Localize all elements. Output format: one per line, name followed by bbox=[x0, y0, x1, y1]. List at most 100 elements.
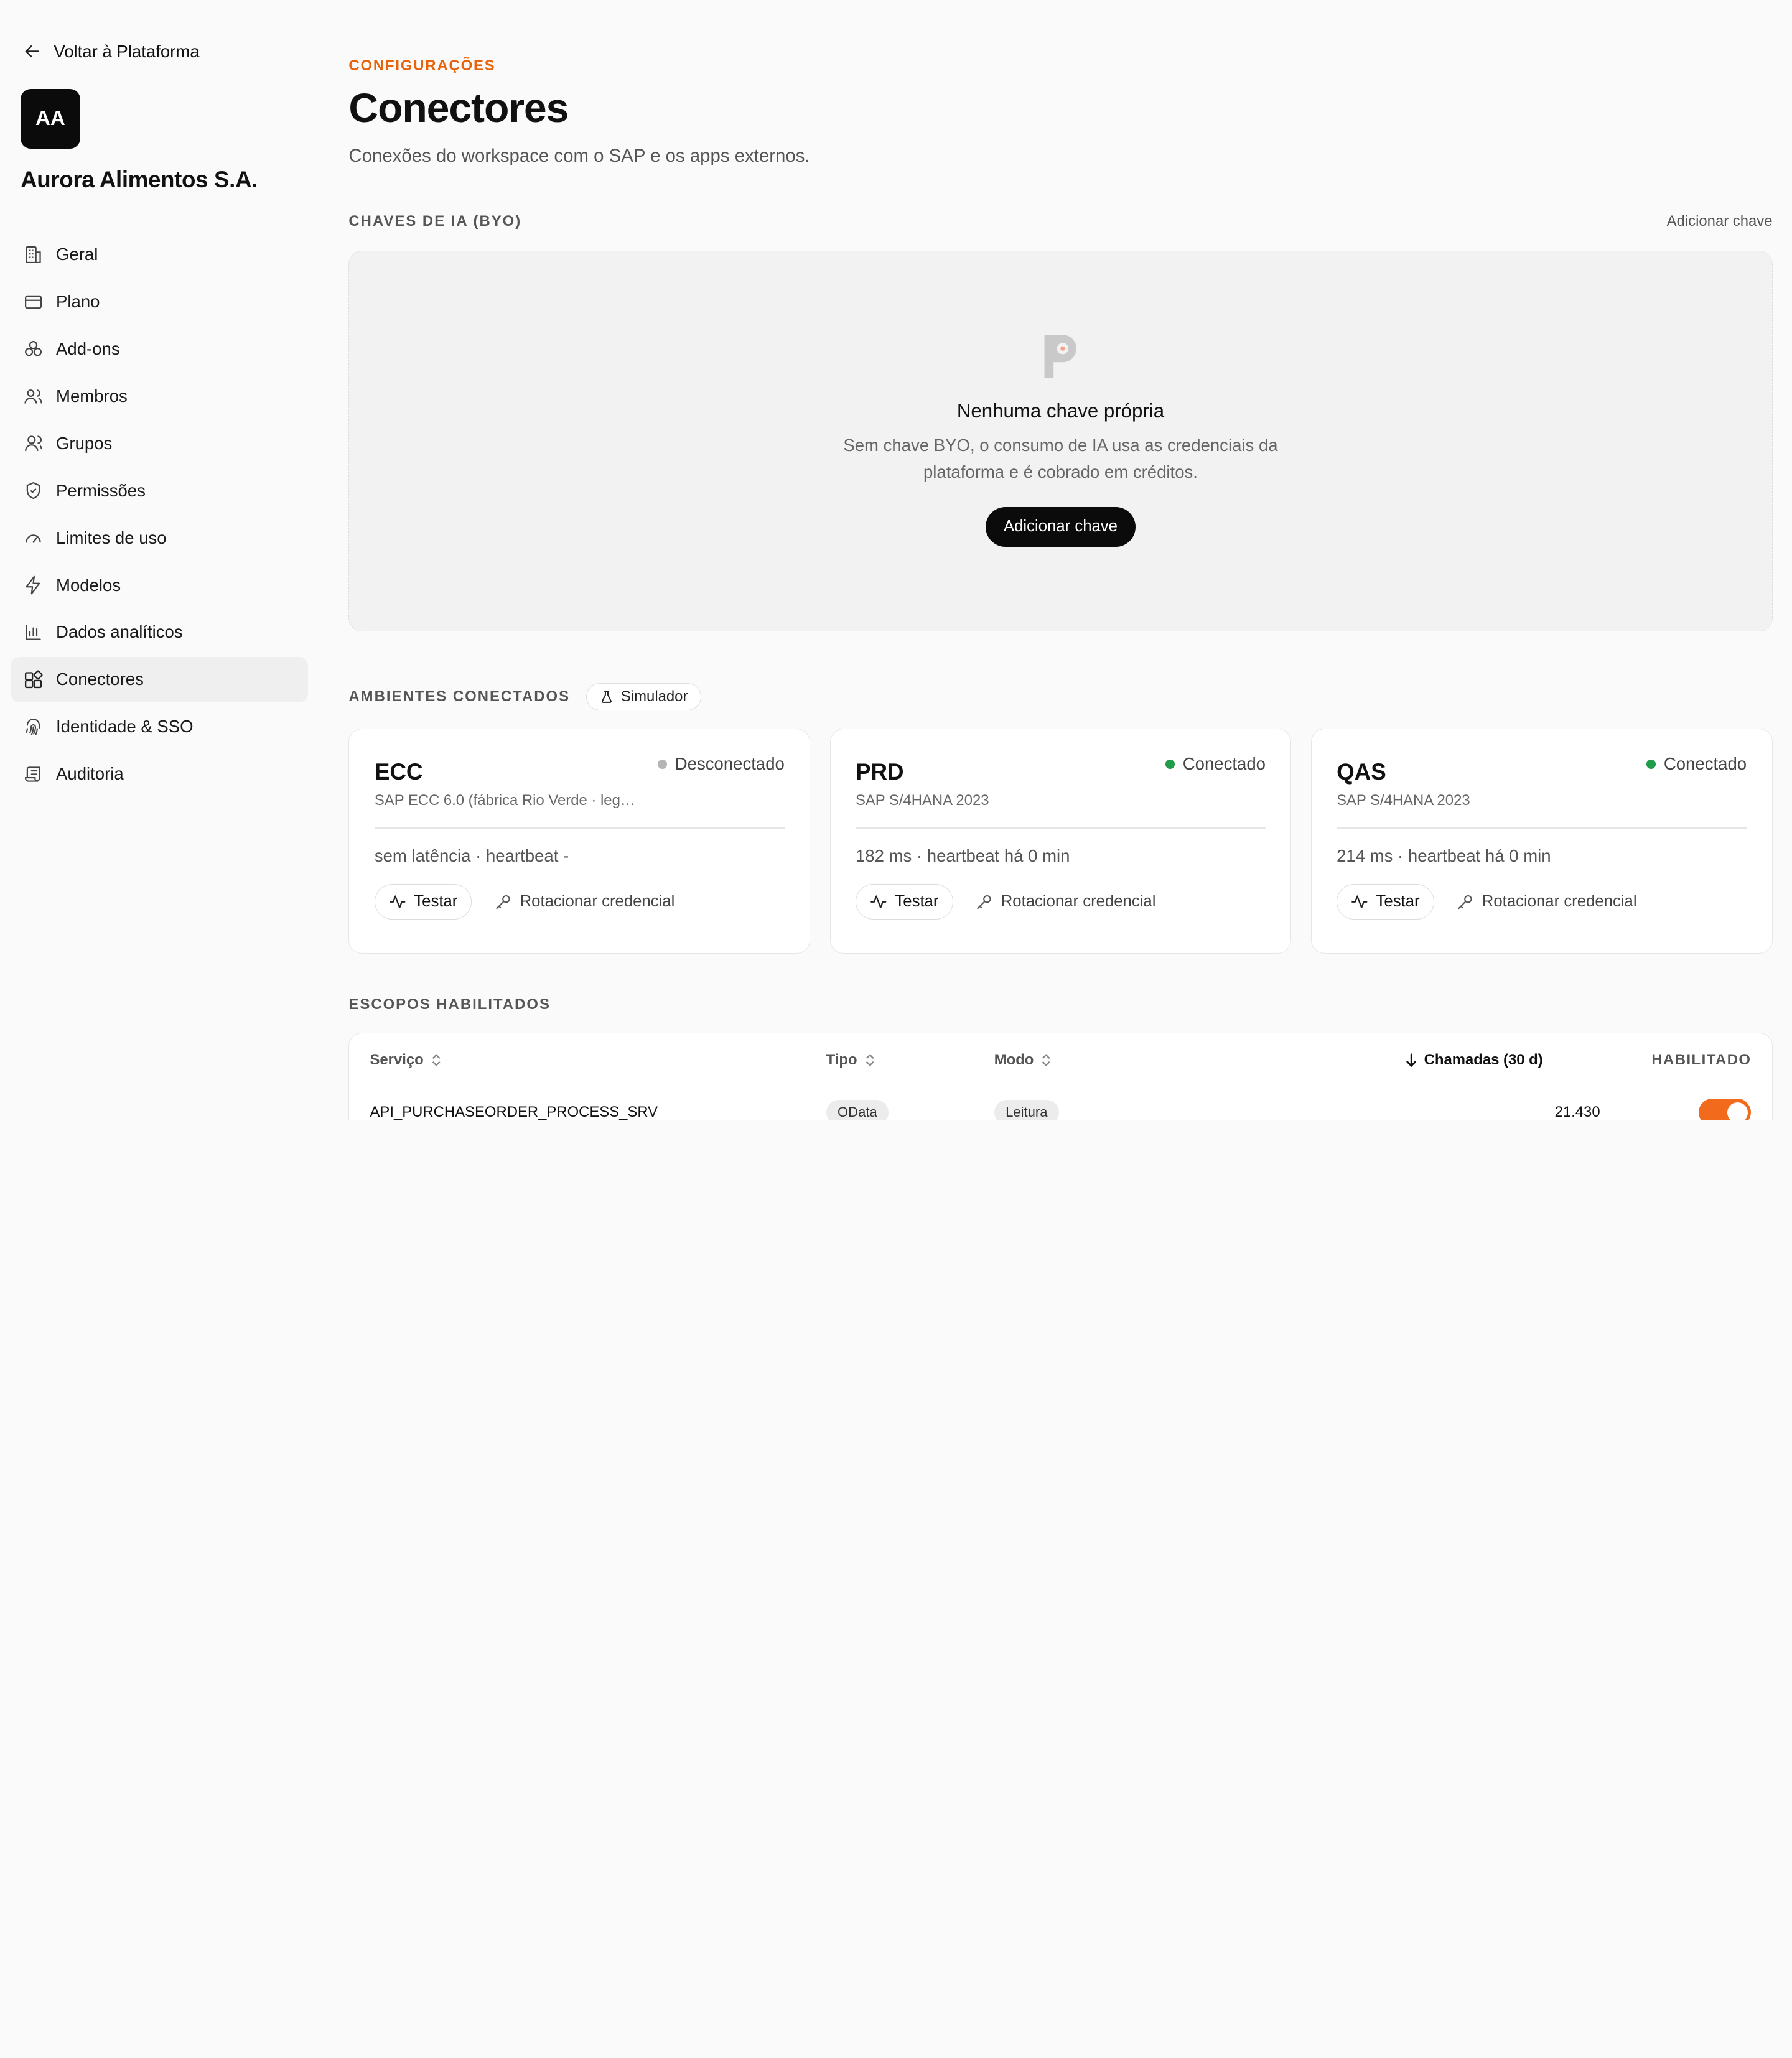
column-label: Serviço bbox=[370, 1051, 424, 1068]
test-button[interactable]: Testar bbox=[1337, 884, 1434, 920]
column-header-enabled: HABILITADO bbox=[1651, 1051, 1751, 1069]
environment-metric: sem latência · heartbeat - bbox=[374, 845, 569, 865]
credit-card-icon bbox=[24, 295, 42, 309]
sidebar-item-label: Auditoria bbox=[56, 764, 124, 784]
app-root: Voltar à Plataforma AA Aurora Alimentos … bbox=[0, 0, 1791, 1120]
mode-cell: Leitura bbox=[994, 1099, 1406, 1120]
sidebar-item-limites[interactable]: Limites de uso bbox=[11, 515, 309, 561]
divider bbox=[1337, 827, 1747, 829]
environments-section-label: AMBIENTES CONECTADOS bbox=[348, 687, 571, 705]
simulator-badge[interactable]: Simulador bbox=[586, 682, 701, 710]
environment-metric: 214 ms · heartbeat há 0 min bbox=[1337, 845, 1551, 865]
rotate-credential-button[interactable]: Rotacionar credencial bbox=[495, 893, 674, 911]
rotate-credential-button[interactable]: Rotacionar credencial bbox=[976, 893, 1155, 911]
sidebar-item-label: Membros bbox=[56, 386, 128, 406]
workspace-avatar: AA bbox=[21, 89, 80, 149]
activity-icon bbox=[870, 895, 887, 908]
test-label: Testar bbox=[895, 892, 939, 910]
column-header-mode[interactable]: Modo bbox=[994, 1051, 1406, 1069]
settings-nav: Geral Plano Add-ons Membros Grupos Permi… bbox=[10, 232, 309, 797]
gauge-icon bbox=[26, 534, 41, 543]
activity-icon bbox=[1351, 895, 1368, 908]
add-key-link[interactable]: Adicionar chave bbox=[1667, 213, 1773, 230]
column-label: Tipo bbox=[826, 1051, 857, 1068]
sidebar-item-grupos[interactable]: Grupos bbox=[11, 421, 309, 467]
status-dot bbox=[1165, 760, 1175, 769]
status-dot bbox=[658, 760, 667, 769]
environments-section-header: AMBIENTES CONECTADOS Simulador bbox=[348, 682, 1772, 710]
flask-icon bbox=[601, 690, 612, 703]
arrow-left-icon bbox=[25, 45, 39, 58]
column-label: Chamadas (30 d) bbox=[1424, 1051, 1543, 1068]
sidebar-item-label: Identidade & SSO bbox=[56, 717, 194, 737]
arrow-down-icon bbox=[1406, 1053, 1417, 1067]
back-to-platform-link[interactable]: Voltar à Plataforma bbox=[11, 0, 309, 62]
scroll-icon bbox=[24, 766, 40, 782]
page-subtitle: Conexões do workspace com o SAP e os app… bbox=[348, 146, 810, 167]
column-header-service[interactable]: Serviço bbox=[370, 1051, 826, 1069]
sidebar-item-modelos[interactable]: Modelos bbox=[11, 562, 309, 608]
environment-card-qas: QAS Conectado SAP S/4HANA 2023 214 ms · … bbox=[1310, 729, 1773, 954]
plug-grid-icon bbox=[24, 670, 43, 688]
sidebar-item-label: Grupos bbox=[56, 433, 113, 453]
rotate-label: Rotacionar credencial bbox=[1482, 892, 1637, 910]
sort-icon bbox=[866, 1053, 874, 1066]
sidebar-item-auditoria[interactable]: Auditoria bbox=[11, 751, 309, 797]
key-icon bbox=[496, 895, 510, 909]
environment-card-prd: PRD Conectado SAP S/4HANA 2023 182 ms · … bbox=[829, 729, 1292, 954]
scopes-table: Serviço Tipo Modo Chamadas (30 d) HABILI… bbox=[348, 1033, 1773, 1120]
activity-icon bbox=[390, 895, 406, 908]
status-indicator: Desconectado bbox=[658, 754, 785, 774]
status-indicator: Conectado bbox=[1646, 754, 1747, 774]
byo-empty-state: Nenhuma chave própria Sem chave BYO, o c… bbox=[348, 251, 1773, 631]
key-icon bbox=[1458, 895, 1472, 909]
status-label: Conectado bbox=[1663, 754, 1747, 774]
sidebar-item-conectores[interactable]: Conectores bbox=[10, 656, 309, 703]
building-icon bbox=[26, 246, 41, 263]
environment-description: SAP S/4HANA 2023 bbox=[1337, 791, 1470, 809]
sidebar-item-identidade[interactable]: Identidade & SSO bbox=[11, 704, 309, 750]
type-cell: OData bbox=[826, 1099, 994, 1120]
sidebar-item-plano[interactable]: Plano bbox=[11, 279, 309, 325]
sidebar-item-label: Modelos bbox=[56, 575, 121, 595]
test-label: Testar bbox=[1376, 892, 1420, 910]
empty-description: Sem chave BYO, o consumo de IA usa as cr… bbox=[843, 435, 1278, 482]
column-header-type[interactable]: Tipo bbox=[826, 1051, 994, 1069]
sidebar-item-add-ons[interactable]: Add-ons bbox=[11, 326, 309, 372]
type-chip: OData bbox=[826, 1099, 889, 1120]
environment-name: PRD bbox=[855, 758, 904, 785]
sidebar-item-label: Geral bbox=[56, 244, 98, 264]
column-header-calls[interactable]: Chamadas (30 d) bbox=[1406, 1051, 1651, 1069]
sidebar-item-permissoes[interactable]: Permissões bbox=[11, 468, 309, 514]
byo-section-header: CHAVES DE IA (BYO) Adicionar chave bbox=[348, 213, 1772, 230]
table-row[interactable]: API_PURCHASEORDER_PROCESS_SRV OData Leit… bbox=[349, 1087, 1771, 1120]
sidebar-item-label: Conectores bbox=[56, 669, 144, 689]
enabled-cell bbox=[1600, 1099, 1752, 1120]
rotate-credential-button[interactable]: Rotacionar credencial bbox=[1457, 892, 1637, 911]
sidebar-item-membros[interactable]: Membros bbox=[11, 373, 309, 419]
environment-metric: 182 ms · heartbeat há 0 min bbox=[855, 845, 1070, 865]
rotate-label: Rotacionar credencial bbox=[1001, 892, 1156, 910]
scopes-section-header: ESCOPOS HABILITADOS bbox=[348, 996, 1772, 1013]
divider bbox=[374, 827, 785, 829]
enabled-toggle[interactable] bbox=[1698, 1099, 1752, 1120]
sidebar: Voltar à Plataforma AA Aurora Alimentos … bbox=[0, 0, 319, 1120]
page-eyebrow: CONFIGURAÇÕES bbox=[348, 57, 496, 74]
add-key-button[interactable]: Adicionar chave bbox=[985, 506, 1136, 547]
sort-icon bbox=[432, 1053, 441, 1066]
sidebar-item-label: Permissões bbox=[56, 480, 146, 500]
sidebar-item-dados[interactable]: Dados analíticos bbox=[11, 610, 309, 656]
boxes-icon bbox=[24, 340, 42, 356]
users-icon bbox=[24, 389, 42, 404]
shield-icon bbox=[26, 482, 40, 500]
platform-logo-icon bbox=[1044, 335, 1077, 378]
divider bbox=[855, 827, 1266, 829]
sidebar-item-geral[interactable]: Geral bbox=[11, 232, 309, 278]
test-button[interactable]: Testar bbox=[374, 884, 472, 920]
sort-icon bbox=[1042, 1053, 1050, 1066]
test-label: Testar bbox=[414, 892, 458, 910]
column-label: Modo bbox=[994, 1051, 1034, 1068]
rotate-label: Rotacionar credencial bbox=[520, 892, 675, 910]
test-button[interactable]: Testar bbox=[855, 884, 953, 920]
column-label: HABILITADO bbox=[1651, 1051, 1752, 1068]
